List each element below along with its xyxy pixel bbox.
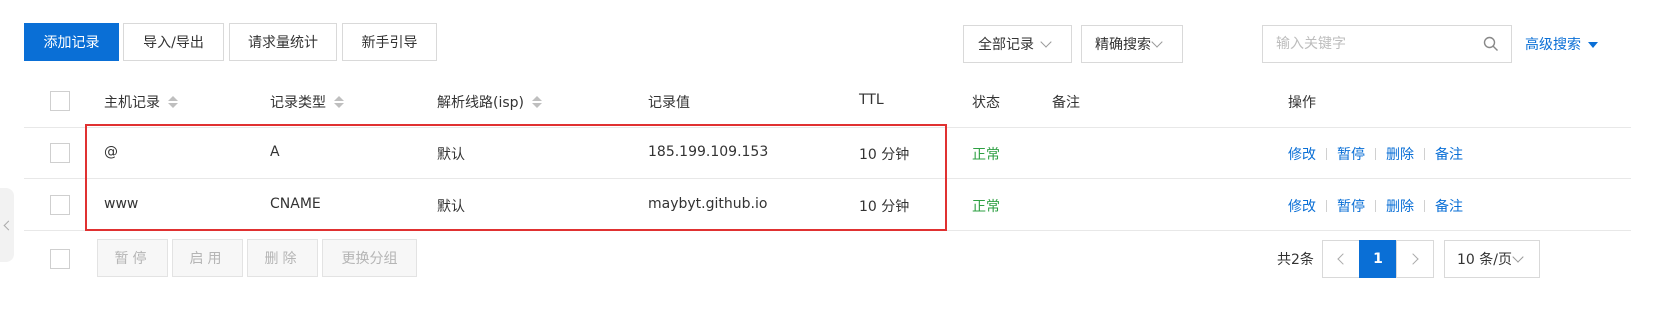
row-actions: 修改 暂停 删除 备注 bbox=[1288, 196, 1463, 216]
import-export-button[interactable]: 导入/导出 bbox=[123, 23, 224, 61]
bulk-pause-button[interactable]: 暂停 bbox=[97, 239, 168, 277]
pause-link[interactable]: 暂停 bbox=[1337, 144, 1365, 164]
note-link[interactable]: 备注 bbox=[1435, 196, 1463, 216]
edit-link[interactable]: 修改 bbox=[1288, 144, 1316, 164]
select-all-checkbox[interactable] bbox=[50, 91, 70, 111]
row-divider bbox=[24, 230, 1631, 231]
chevron-down-icon bbox=[1040, 35, 1052, 48]
bulk-delete-button[interactable]: 删除 bbox=[247, 239, 318, 277]
cell-line: 默认 bbox=[437, 199, 465, 215]
chevron-left-icon bbox=[1337, 253, 1349, 265]
row-divider bbox=[24, 178, 1631, 179]
record-filter-value: 全部记录 bbox=[978, 37, 1034, 53]
request-stats-button[interactable]: 请求量统计 bbox=[229, 23, 337, 61]
bulk-enable-button[interactable]: 启用 bbox=[172, 239, 243, 277]
header-divider bbox=[24, 127, 1631, 128]
cell-line: 默认 bbox=[437, 147, 465, 163]
total-count: 共2条 bbox=[1277, 252, 1314, 268]
collapse-sidebar-tab[interactable] bbox=[0, 188, 14, 262]
chevron-down-icon bbox=[1512, 250, 1524, 263]
search-box bbox=[1262, 25, 1512, 63]
sort-icon[interactable] bbox=[334, 96, 344, 108]
pause-link[interactable]: 暂停 bbox=[1337, 196, 1365, 216]
page-1-button[interactable]: 1 bbox=[1359, 240, 1397, 278]
chevron-left-icon bbox=[3, 220, 14, 230]
search-input[interactable] bbox=[1263, 26, 1471, 62]
bulk-select-checkbox[interactable] bbox=[50, 249, 70, 269]
record-filter-select[interactable]: 全部记录 bbox=[963, 25, 1072, 63]
next-page-button[interactable] bbox=[1396, 240, 1434, 278]
col-header-value: 记录值 bbox=[648, 95, 690, 111]
cell-host: @ bbox=[104, 144, 118, 160]
col-header-type[interactable]: 记录类型 bbox=[270, 92, 344, 112]
cell-host: www bbox=[104, 196, 139, 212]
row-checkbox[interactable] bbox=[50, 195, 70, 215]
note-link[interactable]: 备注 bbox=[1435, 144, 1463, 164]
delete-link[interactable]: 删除 bbox=[1386, 196, 1414, 216]
page-size-value: 10 条/页 bbox=[1457, 252, 1512, 268]
edit-link[interactable]: 修改 bbox=[1288, 196, 1316, 216]
col-header-status: 状态 bbox=[972, 95, 1000, 111]
advanced-search-link[interactable]: 高级搜索 bbox=[1525, 34, 1598, 54]
change-group-button[interactable]: 更换分组 bbox=[322, 239, 417, 277]
cell-type: CNAME bbox=[270, 196, 321, 212]
status-badge: 正常 bbox=[972, 147, 1000, 163]
beginner-guide-button[interactable]: 新手引导 bbox=[342, 23, 437, 61]
page-size-select[interactable]: 10 条/页 bbox=[1444, 240, 1540, 278]
col-header-ttl: TTL bbox=[859, 92, 884, 108]
col-header-actions: 操作 bbox=[1288, 95, 1316, 111]
status-badge: 正常 bbox=[972, 199, 1000, 215]
row-checkbox[interactable] bbox=[50, 143, 70, 163]
delete-link[interactable]: 删除 bbox=[1386, 144, 1414, 164]
row-actions: 修改 暂停 删除 备注 bbox=[1288, 144, 1463, 164]
chevron-right-icon bbox=[1407, 253, 1419, 265]
advanced-search-label: 高级搜索 bbox=[1525, 37, 1581, 53]
col-header-remark: 备注 bbox=[1052, 95, 1080, 111]
cell-ttl: 10 分钟 bbox=[859, 147, 910, 163]
search-mode-value: 精确搜索 bbox=[1095, 37, 1151, 53]
col-header-line[interactable]: 解析线路(isp) bbox=[437, 92, 542, 112]
search-mode-select[interactable]: 精确搜索 bbox=[1081, 25, 1183, 63]
chevron-down-icon bbox=[1151, 35, 1163, 48]
add-record-button[interactable]: 添加记录 bbox=[24, 23, 119, 61]
sort-icon[interactable] bbox=[532, 96, 542, 108]
col-header-host[interactable]: 主机记录 bbox=[104, 92, 178, 112]
caret-down-icon bbox=[1588, 42, 1598, 48]
sort-icon[interactable] bbox=[168, 96, 178, 108]
cell-value: maybyt.github.io bbox=[648, 196, 768, 212]
prev-page-button[interactable] bbox=[1322, 240, 1360, 278]
cell-value: 185.199.109.153 bbox=[648, 144, 769, 160]
search-icon[interactable] bbox=[1471, 26, 1511, 62]
cell-type: A bbox=[270, 144, 280, 160]
cell-ttl: 10 分钟 bbox=[859, 199, 910, 215]
